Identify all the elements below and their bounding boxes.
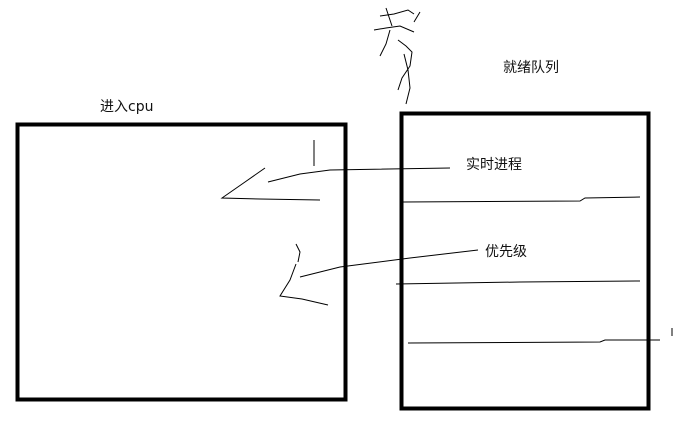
cpu-box-label: 进入cpu [100,99,154,115]
handwritten-scribble [373,7,421,105]
diagram-canvas: 进入cpu 就绪队列 实时进程 优先级 [0,0,674,424]
diagram-drawing [15,7,673,411]
ready-queue-box [399,111,651,411]
queue-divider-1 [402,196,641,203]
realtime-process-label: 实时进程 [466,157,522,173]
ready-queue-label: 就绪队列 [503,60,559,76]
arrow-priority-tick [295,243,301,263]
arrow-realtime-shaft [267,167,451,183]
arrow-priority-head [279,263,329,306]
priority-label: 优先级 [485,244,527,260]
queue-divider-3 [407,339,660,344]
arrow-priority-shaft [299,249,479,278]
cpu-box [15,122,348,402]
queue-divider-2 [395,280,641,285]
